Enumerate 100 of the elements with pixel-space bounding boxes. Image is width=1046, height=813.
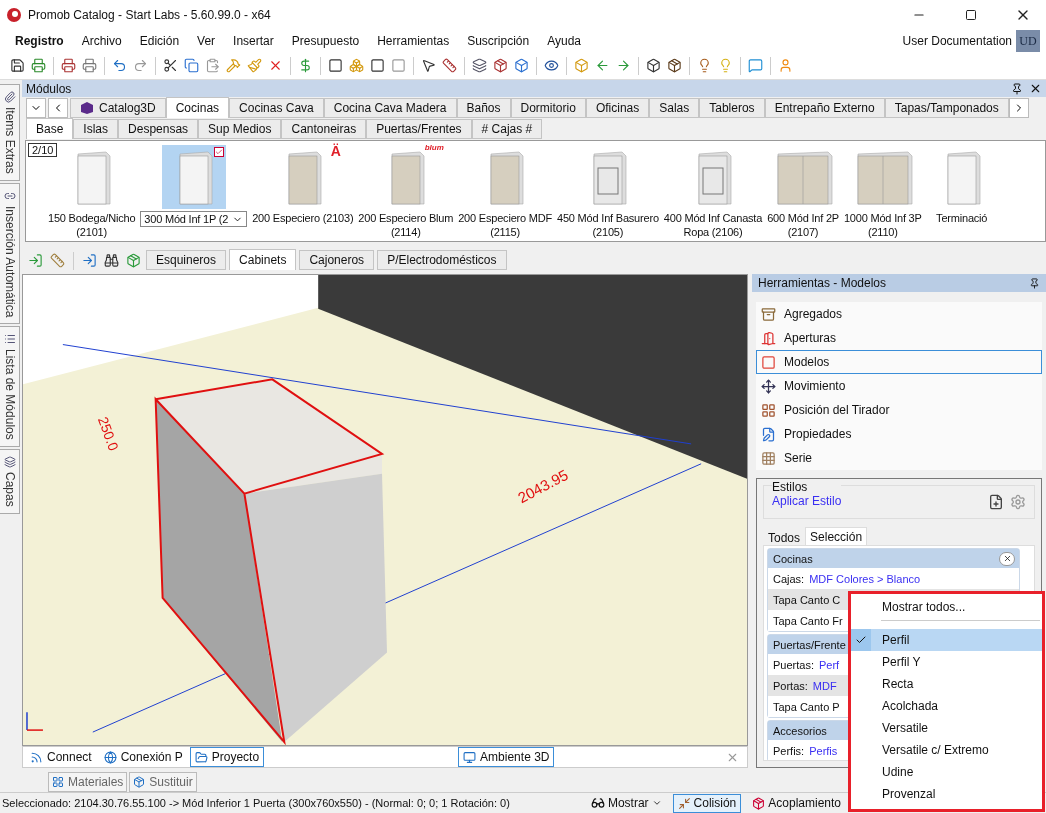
side-tab[interactable]: Inserción Automática	[0, 182, 20, 325]
menu-item[interactable]: Perfil	[851, 629, 1042, 651]
side-tab[interactable]: Items Extras	[0, 84, 20, 181]
property-value[interactable]: MDF	[812, 679, 837, 692]
toolbar-button[interactable]	[326, 56, 345, 75]
dock-tab[interactable]: Proyecto	[189, 747, 265, 767]
toolbar-button[interactable]	[8, 56, 27, 75]
toolbar-button[interactable]	[470, 56, 489, 75]
catalog-item[interactable]: Terminació	[926, 141, 997, 225]
hammer-icon	[226, 58, 241, 73]
side-tab-icon	[3, 91, 16, 103]
category-tab[interactable]: Baños	[456, 98, 511, 118]
coupling-toggle[interactable]: Acoplamiento	[747, 793, 846, 813]
catalog-item[interactable]: 300 Mód Inf 1P (2	[140, 141, 248, 227]
toolbar-button[interactable]	[59, 56, 78, 75]
subcategory-tab[interactable]: # Cajas #	[471, 119, 543, 139]
filter-tab[interactable]: Todos	[763, 529, 806, 545]
redo-icon	[133, 58, 148, 73]
tool-item[interactable]: Agregados	[756, 302, 1042, 326]
group-tab[interactable]: Esquineros	[146, 250, 227, 270]
category-tab[interactable]: Dormitorio	[510, 98, 586, 118]
menu-item[interactable]: Edición	[130, 32, 189, 50]
property-value[interactable]: MDF Colores > Blanco	[809, 572, 921, 585]
menu-item[interactable]: Suscripción	[458, 32, 539, 50]
category-tab[interactable]: Tapas/Tamponados	[884, 98, 1009, 118]
tool-item[interactable]: Modelos	[756, 350, 1042, 374]
category-tab[interactable]: Salas	[649, 98, 700, 118]
paintbrush-icon	[247, 58, 262, 73]
menu-item[interactable]: Ayuda	[538, 32, 591, 50]
category-tab[interactable]: Cocina Cava Madera	[323, 98, 457, 118]
toolbar-button[interactable]	[368, 56, 387, 75]
subcategory-tab[interactable]: Islas	[73, 119, 119, 139]
category-tab[interactable]: Cocinas	[165, 97, 230, 118]
check-mark	[851, 629, 871, 651]
toolbar-button[interactable]	[665, 56, 684, 75]
side-tab[interactable]: Lista de Módulos	[0, 326, 20, 447]
catalog-item[interactable]: 600 Mód Inf 2P (2107)	[767, 141, 839, 239]
group-tab[interactable]: Cabinets	[229, 249, 297, 270]
drawer-icon	[761, 306, 776, 322]
panel-tab[interactable]: Materiales	[48, 772, 128, 792]
scroll-right-button[interactable]	[1008, 98, 1029, 118]
pin-icon[interactable]	[1011, 82, 1023, 95]
caret-icon	[651, 798, 662, 808]
catalog-item[interactable]: blum 200 Especiero Blum (2114)	[358, 141, 454, 239]
property-label: Tapa Canto C	[773, 593, 841, 606]
subcategory-tab[interactable]: Despensas	[118, 119, 199, 139]
menu-item[interactable]: Archivo	[72, 32, 131, 50]
item-dropdown[interactable]: 300 Mód Inf 1P (2	[140, 211, 248, 227]
toolbar-button[interactable]	[102, 251, 121, 270]
menu-item[interactable]: Registro	[6, 32, 73, 50]
category-tab[interactable]: Catalog3D	[70, 98, 166, 118]
group-tab[interactable]: P/Electrodomésticos	[377, 250, 507, 270]
category-tab[interactable]: Oficinas	[585, 98, 650, 118]
ruler-icon	[442, 58, 457, 73]
pin-icon[interactable]	[1029, 277, 1040, 289]
category-tab[interactable]: Tableros	[699, 98, 765, 118]
filter-tab[interactable]: Selección	[805, 527, 868, 545]
delete-icon	[268, 58, 283, 73]
subcategory-tab[interactable]: Base	[26, 118, 74, 139]
menu-item[interactable]: Herramientas	[368, 32, 459, 50]
close-button[interactable]	[999, 551, 1015, 566]
category-tab[interactable]: Cocinas Cava	[229, 98, 324, 118]
tool-item[interactable]: Serie	[756, 446, 1042, 470]
checkbox[interactable]	[213, 147, 224, 157]
close-icon[interactable]	[1029, 82, 1042, 95]
catalog-item[interactable]: 450 Mód Inf Basurero (2105)	[557, 141, 659, 239]
subcategory-tab[interactable]: Cantoneiras	[281, 119, 367, 139]
apply-style-link[interactable]: Aplicar Estilo	[772, 494, 842, 508]
group-tab[interactable]: Cajoneros	[299, 250, 375, 270]
toolbar-button[interactable]	[644, 56, 663, 75]
new-file-icon[interactable]	[988, 494, 1004, 510]
show-dropdown[interactable]: Mostrar	[585, 793, 667, 813]
tab-icon	[133, 776, 146, 788]
catalog-item[interactable]: 1000 Mód Inf 3P (2110)	[843, 141, 922, 239]
property-value[interactable]: Perf	[818, 658, 840, 671]
glasses-icon	[590, 796, 605, 810]
tool-item[interactable]: Movimiento	[756, 374, 1042, 398]
panel-tab[interactable]: Sustituir	[129, 772, 197, 792]
panel-title: Módulos	[26, 81, 73, 96]
category-tab[interactable]: Entrepaño Externo	[764, 98, 885, 118]
property-label: Puertas:	[773, 658, 814, 671]
tool-item[interactable]: Aperturas	[756, 326, 1042, 350]
property-value[interactable]: Perfis	[809, 744, 838, 757]
collision-toggle[interactable]: Colisión	[672, 793, 742, 813]
dock-tab[interactable]: Ambiente 3D	[458, 747, 555, 767]
catalog-item[interactable]: 200 Especiero MDF (2115)	[458, 141, 552, 239]
menu-item[interactable]: Presupuesto	[282, 32, 369, 50]
side-tab[interactable]: Capas	[0, 448, 20, 514]
menu-item[interactable]: Insertar	[224, 32, 283, 50]
subcategory-tab[interactable]: Puertas/Frentes	[366, 119, 472, 139]
toolbar-button[interactable]	[440, 56, 459, 75]
menu-item[interactable]: Ver	[188, 32, 225, 50]
scroll-left-button[interactable]	[48, 98, 68, 118]
tool-item[interactable]: Propiedades	[756, 422, 1042, 446]
tool-item[interactable]: Posición del Tirador	[756, 398, 1042, 422]
dropdown-button[interactable]	[26, 98, 46, 118]
catalog-item[interactable]: Ä 200 Especiero (2103)	[252, 141, 354, 225]
settings-icon[interactable]	[1010, 494, 1026, 510]
subcategory-tab[interactable]: Sup Medios	[198, 119, 282, 139]
catalog-item[interactable]: 400 Mód Inf Canasta Ropa (2106)	[663, 141, 763, 239]
